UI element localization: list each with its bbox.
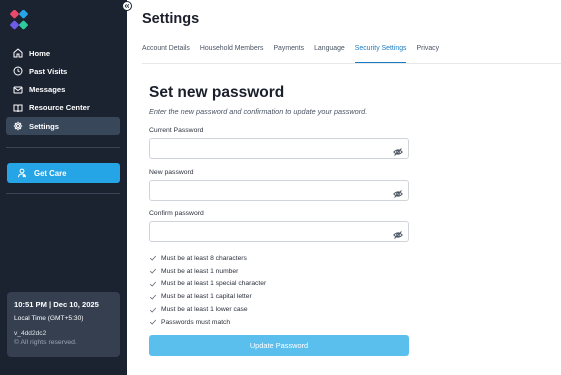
- form-subtitle: Enter the new password and confirmation …: [149, 107, 368, 116]
- logo-icon: [8, 9, 30, 32]
- sidebar-item-label: Home: [29, 48, 51, 58]
- get-care-label: Get Care: [34, 168, 67, 178]
- chevrons-icon: [124, 4, 130, 8]
- sidebar-item-label: Past Visits: [29, 66, 68, 76]
- new-password-label: New password: [149, 169, 194, 176]
- sidebar-nav: Home Past Visits Messages Resource Cente…: [6, 44, 120, 136]
- password-rule: Must be at least 1 capital letter: [149, 290, 266, 303]
- check-icon: [149, 306, 157, 314]
- password-rule: Must be at least 1 number: [149, 265, 266, 278]
- eye-off-icon[interactable]: [393, 144, 403, 156]
- confirm-password-input[interactable]: [150, 224, 380, 243]
- check-icon: [149, 267, 157, 275]
- sidebar-divider: [6, 193, 120, 194]
- mail-icon: [12, 84, 23, 95]
- rule-text: Must be at least 1 number: [161, 267, 239, 275]
- check-icon: [149, 293, 157, 301]
- book-icon: [12, 102, 23, 113]
- sidebar-divider: [6, 147, 120, 148]
- tab-household-members[interactable]: Household Members: [200, 44, 264, 63]
- password-rule: Passwords must match: [149, 316, 266, 329]
- sidebar-item-settings[interactable]: Settings: [6, 117, 120, 136]
- doctor-icon: [17, 168, 27, 178]
- password-rule: Must be at least 8 characters: [149, 252, 266, 265]
- tabs-divider: [142, 63, 561, 64]
- tab-payments[interactable]: Payments: [273, 44, 304, 63]
- rule-text: Must be at least 1 capital letter: [161, 293, 252, 301]
- confirm-password-field: [149, 221, 409, 243]
- sidebar: Home Past Visits Messages Resource Cente…: [0, 0, 127, 375]
- sidebar-item-label: Settings: [29, 121, 59, 131]
- tab-language[interactable]: Language: [314, 44, 345, 63]
- tab-privacy[interactable]: Privacy: [416, 44, 439, 63]
- password-rule: Must be at least 1 lower case: [149, 303, 266, 316]
- eye-off-icon[interactable]: [393, 227, 403, 239]
- check-icon: [149, 280, 157, 288]
- check-icon: [149, 254, 157, 262]
- rule-text: Passwords must match: [161, 318, 231, 326]
- password-rules: Must be at least 8 characters Must be at…: [149, 252, 266, 329]
- sidebar-item-resource-center[interactable]: Resource Center: [6, 99, 120, 117]
- sidebar-item-past-visits[interactable]: Past Visits: [6, 62, 120, 80]
- gear-icon: [12, 121, 23, 132]
- rule-text: Must be at least 1 lower case: [161, 306, 248, 314]
- timezone-label: Local Time (GMT+5:30): [14, 315, 84, 322]
- rule-text: Must be at least 1 special character: [161, 280, 267, 288]
- app-window: Home Past Visits Messages Resource Cente…: [0, 0, 561, 375]
- sidebar-item-home[interactable]: Home: [6, 44, 120, 62]
- new-password-field: [149, 180, 409, 202]
- form-title: Set new password: [149, 84, 285, 101]
- password-rule: Must be at least 1 special character: [149, 278, 266, 291]
- sidebar-item-label: Messages: [29, 85, 66, 95]
- tab-security-settings[interactable]: Security Settings: [354, 44, 407, 63]
- time-info-card: 10:51 PM | Dec 10, 2025 Local Time (GMT+…: [7, 292, 120, 357]
- confirm-password-label: Confirm password: [149, 210, 204, 217]
- update-password-button[interactable]: Update Password: [149, 335, 409, 356]
- copyright-label: © All rights reserved.: [14, 339, 77, 346]
- current-password-field: [149, 138, 409, 160]
- check-icon: [149, 318, 157, 326]
- home-icon: [12, 48, 23, 59]
- rule-text: Must be at least 8 characters: [161, 254, 247, 262]
- sidebar-item-label: Resource Center: [29, 103, 90, 113]
- current-password-input[interactable]: [150, 141, 380, 160]
- local-time: 10:51 PM | Dec 10, 2025: [14, 300, 99, 309]
- eye-off-icon[interactable]: [393, 186, 403, 198]
- version-label: v_4dd2dc2: [14, 330, 47, 337]
- settings-tabs: Account Details Household Members Paymen…: [142, 44, 449, 63]
- clock-icon: [12, 66, 23, 77]
- get-care-button[interactable]: Get Care: [7, 163, 120, 183]
- page-title: Settings: [142, 11, 200, 27]
- new-password-input[interactable]: [150, 183, 380, 202]
- current-password-label: Current Password: [149, 127, 204, 134]
- sidebar-item-messages[interactable]: Messages: [6, 81, 120, 99]
- tab-account-details[interactable]: Account Details: [142, 44, 190, 63]
- collapse-sidebar-button[interactable]: [122, 1, 132, 11]
